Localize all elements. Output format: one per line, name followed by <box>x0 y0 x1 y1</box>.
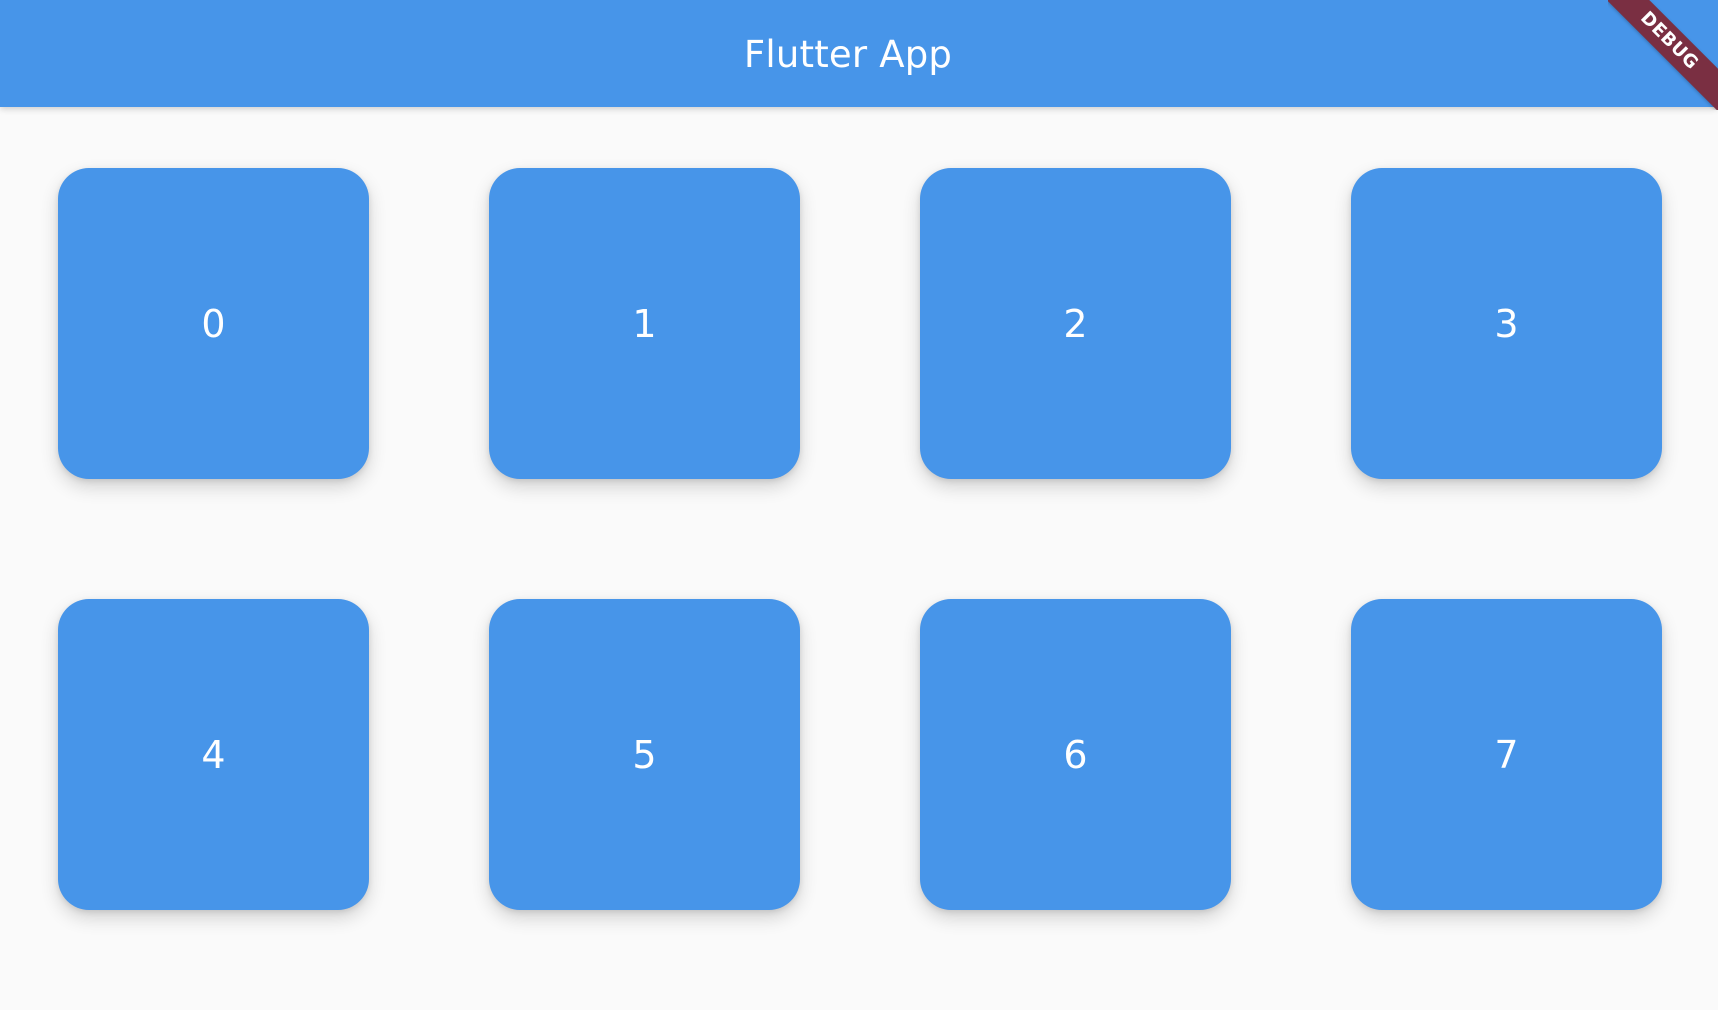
tile-0[interactable]: 0 <box>58 168 369 479</box>
tile-1[interactable]: 1 <box>489 168 800 479</box>
tile-label: 5 <box>632 732 657 777</box>
app-title: Flutter App <box>743 33 953 76</box>
tile-3[interactable]: 3 <box>1351 168 1662 479</box>
tile-label: 3 <box>1494 301 1519 346</box>
app-bar: Flutter App <box>0 0 1718 107</box>
tile-7[interactable]: 7 <box>1351 599 1662 910</box>
tile-grid: 0 1 2 3 4 5 6 7 <box>0 107 1718 1010</box>
tile-4[interactable]: 4 <box>58 599 369 910</box>
tile-label: 1 <box>632 301 657 346</box>
app-window: Flutter App 0 1 2 3 4 5 6 7 DEBUG <box>0 0 1718 1010</box>
tile-6[interactable]: 6 <box>920 599 1231 910</box>
tile-label: 0 <box>201 301 226 346</box>
tile-2[interactable]: 2 <box>920 168 1231 479</box>
tile-label: 4 <box>201 732 226 777</box>
tile-label: 2 <box>1063 301 1088 346</box>
tile-label: 7 <box>1494 732 1519 777</box>
tile-5[interactable]: 5 <box>489 599 800 910</box>
tile-label: 6 <box>1063 732 1088 777</box>
